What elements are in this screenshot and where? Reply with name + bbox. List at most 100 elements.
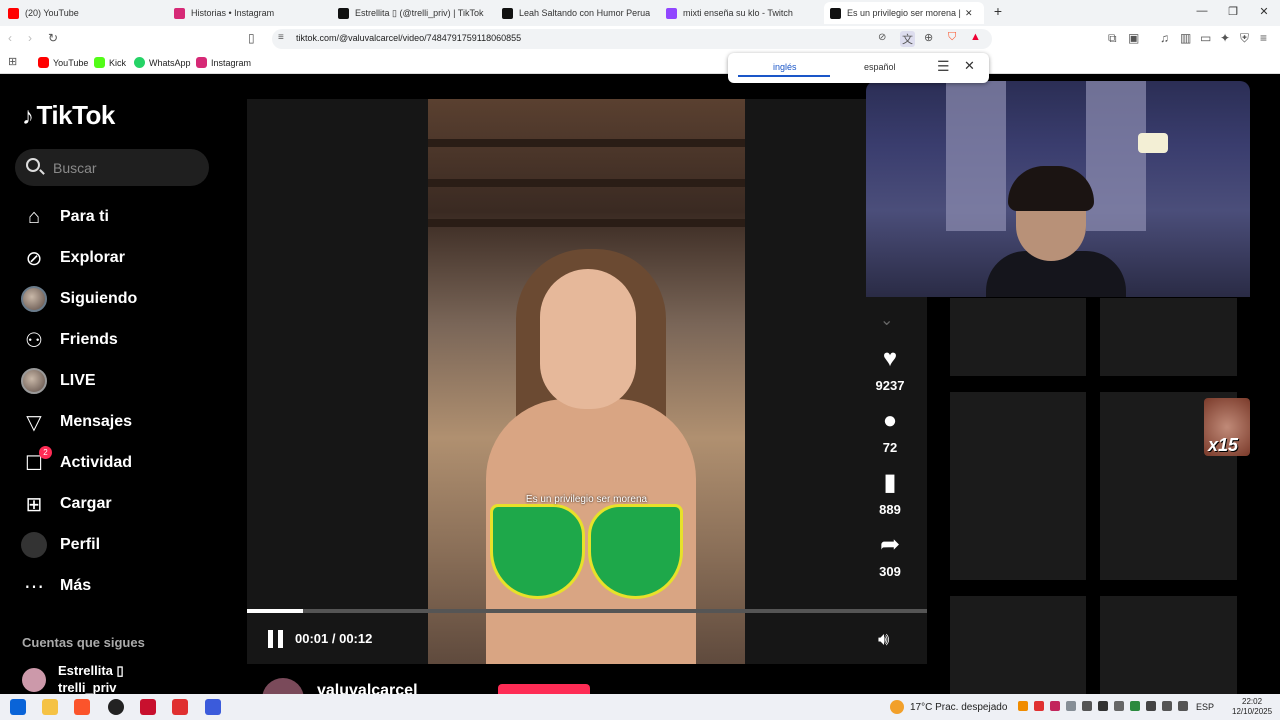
like-action[interactable]: ♥ 9237 (866, 346, 914, 394)
video-thumbnail[interactable] (950, 596, 1086, 694)
menu-icon[interactable]: ≡ (1260, 31, 1267, 45)
video-frame[interactable]: Es un privilegio ser morena (428, 99, 745, 664)
tray-icon[interactable] (1018, 701, 1028, 711)
music-icon[interactable]: ♫ (1160, 31, 1169, 45)
language-indicator[interactable]: ESP (1196, 702, 1214, 712)
nav-explorar[interactable]: ⊘ Explorar (20, 243, 220, 273)
following-account[interactable]: Estrellita ▯ trelli_priv (22, 662, 124, 696)
bookmark-instagram[interactable]: Instagram (196, 57, 251, 68)
volume-tray-icon[interactable] (1178, 701, 1188, 711)
wallet-icon[interactable]: ▭ (1200, 31, 1211, 45)
url-text[interactable]: tiktok.com/@valuvalcarcel/video/74847917… (296, 33, 521, 43)
tray-icon[interactable] (1082, 701, 1092, 711)
tray-icon[interactable] (1066, 701, 1076, 711)
tray-icon[interactable] (1146, 701, 1156, 711)
tab-active-video[interactable]: Es un privilegio ser morena | ✕ (824, 2, 984, 24)
sun-icon (890, 700, 904, 714)
video-thumbnail[interactable] (950, 298, 1086, 376)
windows-start-icon[interactable] (10, 699, 26, 715)
nav-mensajes[interactable]: ▽ Mensajes (20, 407, 220, 437)
tab-title: Es un privilegio ser morena | (847, 8, 961, 18)
tab-instagram[interactable]: Historias • Instagram (174, 2, 324, 24)
screenshot-icon[interactable]: ▣ (1128, 31, 1139, 45)
nav-actividad[interactable]: ☐ 2 Actividad (20, 446, 220, 478)
translate-icon[interactable]: 文 (900, 31, 915, 47)
maximize-button[interactable]: ❐ (1223, 5, 1243, 18)
tab-twitch[interactable]: mixti enseña su klo - Twitch (666, 2, 816, 24)
brave-shield-icon[interactable]: ⛉ (948, 31, 956, 44)
apps-grid-icon[interactable]: ⊞ (8, 55, 17, 68)
bookmark-whatsapp[interactable]: WhatsApp (134, 57, 191, 68)
tray-icon[interactable] (1114, 701, 1124, 711)
comment-action[interactable]: ● 72 (866, 408, 914, 456)
bookmark-youtube[interactable]: YouTube (38, 57, 88, 68)
tab-youtube[interactable]: (20) YouTube (8, 2, 158, 24)
tab-close-icon[interactable]: ✕ (965, 8, 973, 19)
site-info-icon[interactable]: ≡ (278, 32, 284, 43)
pause-icon[interactable] (268, 630, 284, 648)
video-progress-fill (247, 609, 304, 613)
translate-off-icon[interactable]: ⊘ (878, 32, 886, 43)
network-icon[interactable] (1162, 701, 1172, 711)
extensions-icon[interactable]: ⧉ (1108, 31, 1117, 46)
reload-icon[interactable]: ↻ (48, 31, 58, 45)
weather-widget[interactable]: 17°C Prac. despejado (890, 700, 1007, 714)
sticker-text: x15 (1208, 435, 1239, 455)
bookmark-label: Kick (109, 57, 127, 68)
nav-para-ti[interactable]: ⌂ Para ti (20, 202, 220, 232)
video-progress-bar[interactable] (247, 609, 927, 613)
brave-rewards-icon[interactable]: ▲ (970, 31, 981, 43)
obs-icon[interactable] (108, 699, 124, 715)
nav-mas[interactable]: ⋯ Más (20, 571, 220, 601)
tiktok-logo[interactable]: ♪ TikTok (22, 100, 115, 131)
forward-icon[interactable]: › (28, 31, 32, 45)
sidebar-icon[interactable]: ▥ (1180, 31, 1191, 45)
tray-icon[interactable] (1050, 701, 1060, 711)
weather-text: 17°C Prac. despejado (910, 701, 1008, 713)
bookmark-kick[interactable]: Kick (94, 57, 126, 68)
app-icon[interactable] (140, 699, 156, 715)
leo-icon[interactable]: ✦ (1220, 31, 1230, 45)
app-icon[interactable] (205, 699, 221, 715)
nav-friends[interactable]: ⚇ Friends (20, 325, 220, 355)
app-icon[interactable] (172, 699, 188, 715)
brave-browser-icon[interactable] (74, 699, 90, 715)
close-window-button[interactable]: ✕ (1254, 5, 1274, 18)
back-icon[interactable]: ‹ (8, 31, 12, 45)
bookmarks-bar: ⊞ YouTube Kick WhatsApp Instagram (0, 52, 1280, 74)
bookmark-action[interactable]: ▮ 889 (866, 470, 914, 518)
tab-tiktok-estrellita[interactable]: Estrellita ▯ (@trelli_priv) | TikTok (338, 2, 488, 24)
nav-live[interactable]: LIVE (20, 366, 220, 396)
tray-icon[interactable] (1130, 701, 1140, 711)
tab-tiktok-leah[interactable]: Leah Saltando con Humor Peruano y (502, 2, 650, 24)
bookmark-page-icon[interactable]: ▯ (248, 31, 255, 45)
share-action[interactable]: ➦ 309 (866, 532, 914, 580)
translate-source-tab[interactable]: inglés (773, 62, 797, 72)
new-tab-button[interactable]: + (988, 3, 1008, 19)
nav-perfil[interactable]: Perfil (20, 530, 220, 560)
zoom-icon[interactable]: ⊕ (924, 31, 933, 44)
video-thumbnail[interactable] (1100, 596, 1237, 694)
search-input[interactable]: Buscar (15, 149, 209, 186)
taskbar-clock[interactable]: 22:02 12/10/2025 (1232, 697, 1272, 717)
tab-title: mixti enseña su klo - Twitch (683, 8, 793, 18)
chevron-down-icon[interactable]: ⌄ (880, 310, 893, 330)
address-bar[interactable]: ≡ tiktok.com/@valuvalcarcel/video/748479… (272, 29, 992, 49)
nav-cargar[interactable]: ⊞ Cargar (20, 489, 220, 519)
tray-icon[interactable] (1098, 701, 1108, 711)
translate-target-tab[interactable]: español (864, 62, 896, 72)
minimize-button[interactable]: — (1192, 5, 1212, 17)
youtube-icon (38, 57, 49, 68)
tray-icon[interactable] (1034, 701, 1044, 711)
volume-icon[interactable]: 🔊︎ (878, 629, 889, 650)
translate-close-icon[interactable]: ✕ (964, 58, 975, 74)
nav-label: Actividad (60, 454, 133, 471)
video-thumbnail[interactable] (950, 392, 1086, 580)
video-thumbnail[interactable] (1100, 298, 1237, 376)
youtube-icon (8, 7, 19, 19)
home-icon: ⌂ (27, 205, 41, 228)
vpn-icon[interactable]: ⛨ (1240, 31, 1249, 46)
nav-siguiendo[interactable]: Siguiendo (20, 284, 220, 314)
file-explorer-icon[interactable] (42, 699, 58, 715)
translate-menu-icon[interactable]: ☰ (937, 58, 950, 75)
